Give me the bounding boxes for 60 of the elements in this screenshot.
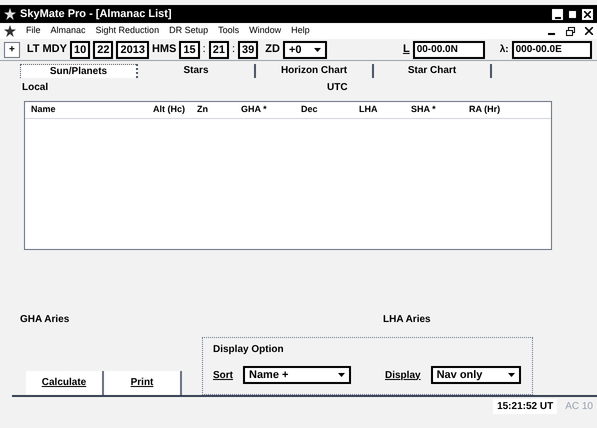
column-header[interactable]: Name: [31, 103, 153, 117]
minimize-button[interactable]: [552, 8, 563, 20]
menu-item[interactable]: Window: [249, 24, 282, 38]
status-time: 15:21:52 UT: [493, 399, 558, 414]
tab[interactable]: Sun/Planets: [20, 64, 138, 78]
maximize-button[interactable]: [567, 8, 578, 20]
lt-label: LT MDY: [26, 42, 67, 58]
menu-item[interactable]: File: [26, 24, 41, 38]
sort-label: Sort: [213, 368, 233, 382]
minute-field[interactable]: 21: [208, 40, 229, 58]
column-header[interactable]: LHA: [359, 103, 411, 117]
column-header[interactable]: Zn: [197, 103, 241, 117]
hour-field[interactable]: 15: [179, 40, 200, 58]
separator-label: :: [232, 42, 236, 58]
display-dropdown[interactable]: Nav only: [430, 366, 521, 384]
column-header[interactable]: SHA *: [411, 103, 469, 117]
local-label: Local: [22, 81, 50, 95]
group-title: Display Option: [213, 343, 285, 357]
separator-label: :: [202, 42, 206, 58]
close-icon[interactable]: [585, 27, 593, 35]
caret-icon: [508, 373, 515, 377]
menu-item[interactable]: DR Setup: [169, 24, 208, 38]
longitude-label: λ:: [500, 43, 509, 57]
longitude-field[interactable]: 000-00.0E: [512, 40, 592, 58]
sort-dropdown[interactable]: Name +: [243, 366, 351, 384]
caret-icon: [338, 373, 345, 377]
latitude-field[interactable]: 00-00.0N: [412, 40, 485, 58]
menu-item[interactable]: Tools: [218, 24, 240, 38]
status-text: AC 10: [565, 400, 593, 414]
menu-item[interactable]: Almanac: [50, 24, 86, 38]
caret-icon: [314, 48, 321, 52]
latitude-label: L: [402, 42, 410, 58]
action-button[interactable]: Print: [104, 371, 182, 395]
day-field[interactable]: 22: [93, 40, 114, 58]
column-header[interactable]: RA (Hr): [469, 103, 551, 117]
year-field[interactable]: 2013: [116, 40, 149, 58]
zone-dropdown[interactable]: +0: [282, 40, 327, 58]
close-button[interactable]: [582, 8, 593, 20]
star-icon: [4, 8, 16, 20]
display-label: Display: [385, 368, 421, 382]
star-icon: [4, 25, 16, 37]
column-header[interactable]: Dec: [301, 103, 359, 117]
month-field[interactable]: 10: [70, 40, 90, 58]
menu-item[interactable]: Sight Reduction: [96, 24, 160, 38]
menu-item[interactable]: Help: [291, 24, 310, 38]
second-field[interactable]: 39: [238, 40, 258, 58]
restore-icon[interactable]: [566, 26, 575, 36]
action-button[interactable]: Calculate: [26, 371, 104, 395]
column-header[interactable]: Alt (Hc): [153, 103, 197, 117]
tab[interactable]: Stars: [138, 64, 256, 78]
column-header[interactable]: GHA *: [241, 103, 301, 117]
utc-label: UTC: [327, 81, 348, 95]
tab[interactable]: Star Chart: [374, 64, 492, 78]
hms-label: HMS: [152, 42, 176, 58]
lha-aries-label: LHA Aries: [383, 313, 431, 327]
add-button[interactable]: +: [4, 42, 20, 58]
zd-label: ZD: [265, 42, 280, 58]
gha-aries-label: GHA Aries: [20, 313, 70, 327]
window-title: SkyMate Pro - [Almanac List]: [20, 6, 173, 22]
tab[interactable]: Horizon Chart: [256, 64, 374, 78]
